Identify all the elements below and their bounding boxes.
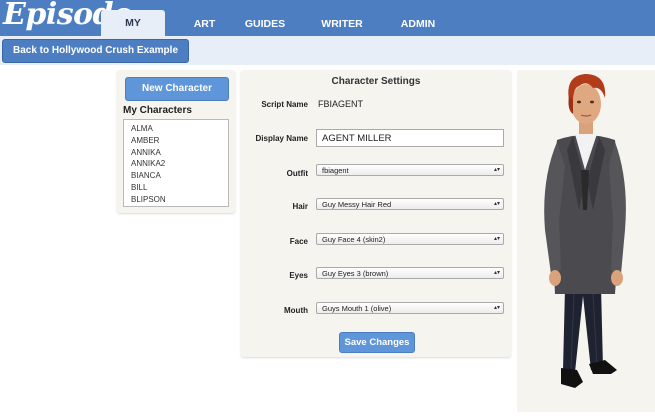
character-settings-panel: Character Settings Script Name FBIAGENT … (241, 70, 511, 357)
eyes-select[interactable]: Guy Eyes 3 (brown) ▴▾ (316, 267, 504, 279)
script-name-label: Script Name (261, 100, 308, 109)
character-list-item[interactable]: BIANCA (124, 170, 228, 182)
eyes-label: Eyes (289, 271, 308, 280)
characters-panel: New Character My Characters ALMA AMBER A… (117, 70, 235, 213)
character-settings-title: Character Settings (331, 76, 421, 87)
eyes-selected-value: Guy Eyes 3 (brown) (322, 269, 389, 278)
hair-select[interactable]: Guy Messy Hair Red ▴▾ (316, 198, 504, 210)
select-arrows-icon: ▴▾ (493, 236, 500, 242)
character-preview (517, 70, 655, 412)
new-character-button[interactable]: New Character (125, 77, 229, 101)
tab-guides[interactable]: GUIDES (244, 12, 286, 36)
character-list-item[interactable]: BLIPSON (124, 194, 228, 206)
select-arrows-icon: ▴▾ (493, 270, 500, 276)
mouth-select[interactable]: Guys Mouth 1 (olive) ▴▾ (316, 302, 504, 314)
hair-selected-value: Guy Messy Hair Red (322, 200, 392, 209)
tab-writer-community[interactable]: WRITER COMMUNITY (292, 12, 392, 54)
character-figure-image (544, 74, 626, 388)
select-arrows-icon: ▴▾ (493, 305, 500, 311)
character-list-item[interactable]: ALMA (124, 123, 228, 135)
save-changes-button[interactable]: Save Changes (339, 332, 415, 353)
face-select[interactable]: Guy Face 4 (skin2) ▴▾ (316, 233, 504, 245)
tab-art-catalog[interactable]: ART CATALOG (169, 12, 240, 54)
outfit-selected-value: fbiagent (322, 166, 349, 175)
face-label: Face (289, 237, 308, 246)
display-name-label: Display Name (255, 134, 308, 143)
mouth-selected-value: Guys Mouth 1 (olive) (322, 304, 392, 313)
select-arrows-icon: ▴▾ (493, 167, 500, 173)
tab-admin[interactable]: ADMIN (397, 12, 439, 36)
character-list-item[interactable]: BILL (124, 182, 228, 194)
character-list-item[interactable]: ANNIKA2 (124, 158, 228, 170)
mouth-label: Mouth (284, 306, 308, 315)
my-characters-heading: My Characters (123, 105, 192, 116)
select-arrows-icon: ▴▾ (493, 201, 500, 207)
outfit-select[interactable]: fbiagent ▴▾ (316, 164, 504, 176)
top-nav-bar: Episode MY STORIES ART CATALOG GUIDES WR… (0, 0, 655, 55)
script-name-value: FBIAGENT (318, 99, 364, 109)
hair-label: Hair (292, 202, 308, 211)
character-list[interactable]: ALMA AMBER ANNIKA ANNIKA2 BIANCA BILL BL… (123, 119, 229, 207)
sub-toolbar: Back to Hollywood Crush Example Script (0, 36, 655, 78)
display-name-input[interactable]: AGENT MILLER (316, 129, 504, 147)
character-list-item[interactable]: AMBER (124, 135, 228, 147)
tab-my-stories[interactable]: MY STORIES (101, 10, 165, 55)
face-selected-value: Guy Face 4 (skin2) (322, 235, 386, 244)
character-list-item[interactable]: ANNIKA (124, 147, 228, 159)
back-to-script-button[interactable]: Back to Hollywood Crush Example Script (2, 39, 189, 78)
outfit-label: Outfit (286, 169, 308, 178)
